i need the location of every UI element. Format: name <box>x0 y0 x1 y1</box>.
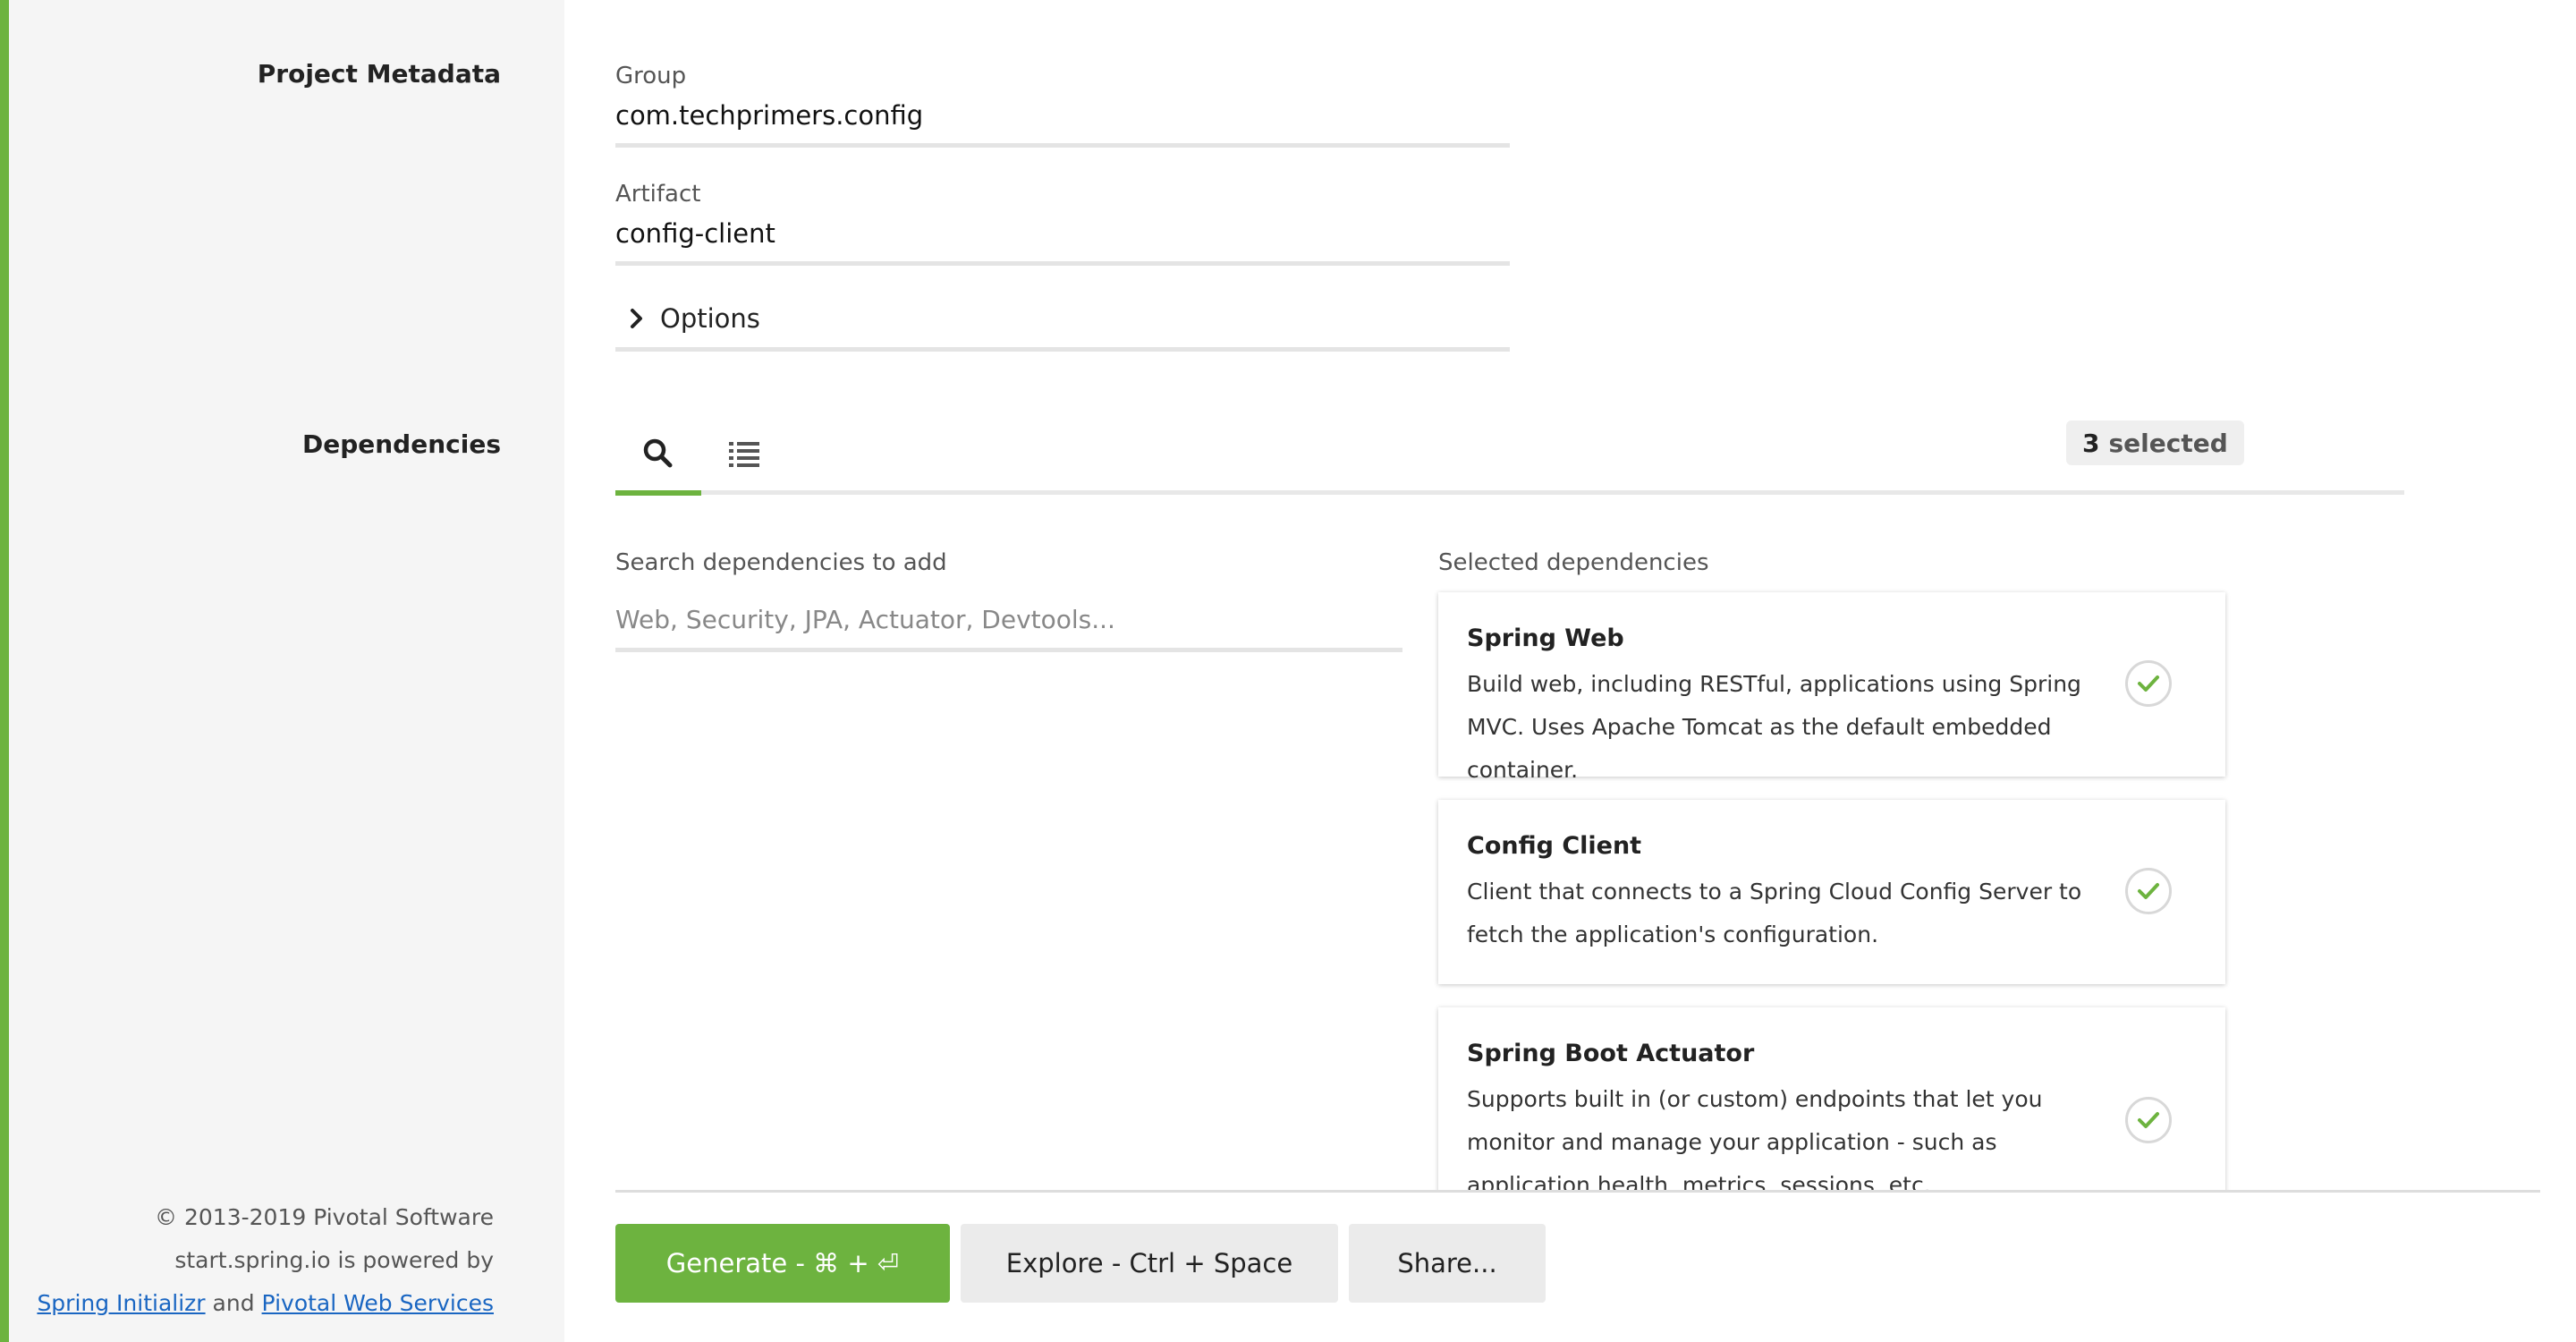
footer-divider <box>615 1190 2540 1193</box>
group-underline <box>615 143 1510 148</box>
dependency-description: Build web, including RESTful, applicatio… <box>1467 671 2081 783</box>
dependency-title: Config Client <box>1467 832 1642 860</box>
search-underline <box>615 648 1402 652</box>
dependency-card-config-client: Config Client Client that connects to a … <box>1438 800 2225 984</box>
and-text: and <box>212 1290 255 1316</box>
active-tab-indicator <box>615 490 701 496</box>
tab-search[interactable] <box>615 412 701 496</box>
dependency-remove-toggle[interactable] <box>2125 660 2172 707</box>
explore-button[interactable]: Explore - Ctrl + Space <box>961 1224 1338 1303</box>
chevron-right-icon <box>631 309 642 328</box>
search-label: Search dependencies to add <box>615 549 947 576</box>
dependency-remove-toggle[interactable] <box>2125 868 2172 914</box>
dependency-title: Spring Web <box>1467 624 1624 652</box>
list-icon <box>729 442 759 467</box>
spring-initializr-link[interactable]: Spring Initializr <box>37 1290 205 1316</box>
dependency-title: Spring Boot Actuator <box>1467 1040 1755 1067</box>
tabs-underline <box>615 490 2404 495</box>
selected-suffix: selected <box>2108 428 2228 458</box>
sidebar <box>9 0 564 1342</box>
options-toggle[interactable]: Options <box>615 292 1510 345</box>
search-icon <box>643 438 673 468</box>
check-icon <box>2138 1112 2159 1128</box>
selected-count-badge: 3 selected <box>2066 420 2244 465</box>
check-icon <box>2138 883 2159 899</box>
group-label: Group <box>615 63 687 89</box>
dependency-card-spring-web: Spring Web Build web, including RESTful,… <box>1438 592 2225 783</box>
options-underline <box>615 347 1510 352</box>
selected-dependencies-list[interactable]: Spring Web Build web, including RESTful,… <box>1431 582 2236 1190</box>
options-label: Options <box>660 303 760 334</box>
group-field[interactable]: com.techprimers.config <box>615 100 923 131</box>
selected-dependencies-label: Selected dependencies <box>1438 549 1709 576</box>
artifact-underline <box>615 261 1510 266</box>
search-input[interactable] <box>615 594 1402 644</box>
share-button[interactable]: Share... <box>1349 1224 1546 1303</box>
check-icon <box>2138 675 2159 692</box>
tab-list[interactable] <box>701 412 787 496</box>
dependency-description: Client that connects to a Spring Cloud C… <box>1467 879 2082 947</box>
project-metadata-title: Project Metadata <box>257 59 501 89</box>
pivotal-web-services-link[interactable]: Pivotal Web Services <box>262 1290 494 1316</box>
dependencies-title: Dependencies <box>301 429 501 459</box>
dependency-card-spring-boot-actuator: Spring Boot Actuator Supports built in (… <box>1438 1007 2225 1190</box>
selected-count: 3 <box>2082 428 2100 458</box>
artifact-label: Artifact <box>615 181 701 208</box>
copyright-text: © 2013-2019 Pivotal Software <box>155 1204 494 1230</box>
powered-by-text: start.spring.io is powered by <box>174 1247 494 1273</box>
dependency-description: Supports built in (or custom) endpoints … <box>1467 1086 2043 1190</box>
artifact-field[interactable]: config-client <box>615 218 775 249</box>
accent-bar <box>0 0 9 1342</box>
powered-by-links: Spring Initializr and Pivotal Web Servic… <box>37 1290 494 1316</box>
generate-button[interactable]: Generate - ⌘ + ⏎ <box>615 1224 950 1303</box>
dependency-remove-toggle[interactable] <box>2125 1097 2172 1143</box>
